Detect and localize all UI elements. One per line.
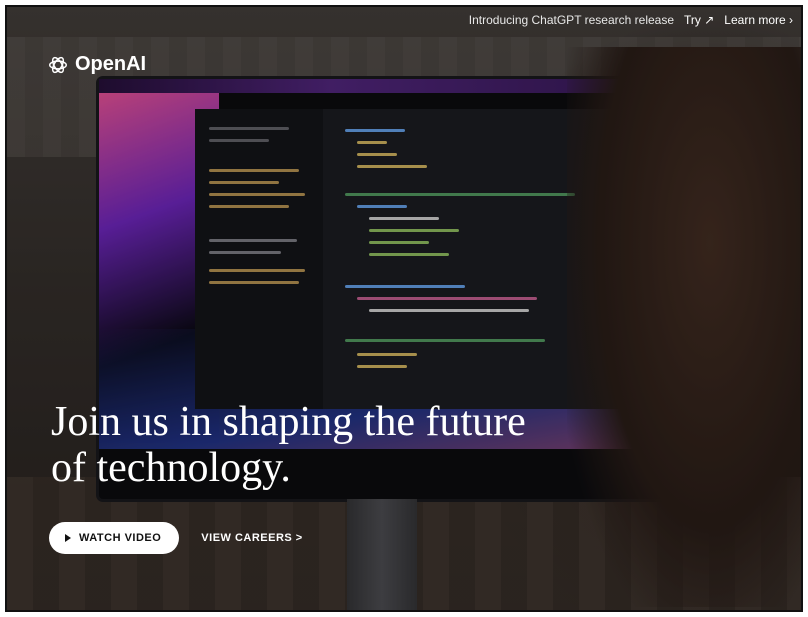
play-icon bbox=[65, 534, 71, 542]
headline-line-1: Join us in shaping the future bbox=[51, 399, 526, 445]
dark-overlay bbox=[7, 7, 801, 610]
logo-text: OpenAI bbox=[75, 53, 147, 75]
headline-line-2: of technology. bbox=[51, 445, 291, 491]
openai-logo[interactable]: OpenAI bbox=[47, 53, 146, 76]
watch-video-label: WATCH VIDEO bbox=[79, 532, 162, 544]
learn-more-link[interactable]: Learn more › bbox=[724, 13, 793, 27]
view-careers-link[interactable]: VIEW CAREERS > bbox=[201, 532, 302, 544]
hero-headline: Join us in shaping the future of technol… bbox=[51, 399, 691, 491]
watch-video-button[interactable]: WATCH VIDEO bbox=[49, 522, 180, 554]
page-frame: Introducing ChatGPT research release Try… bbox=[5, 5, 803, 612]
announcement-banner: Introducing ChatGPT research release Try… bbox=[469, 13, 793, 27]
openai-logo-icon bbox=[49, 56, 67, 73]
try-link[interactable]: Try ↗ bbox=[684, 13, 714, 27]
hero-actions: WATCH VIDEO VIEW CAREERS > bbox=[49, 522, 303, 554]
banner-intro-text: Introducing ChatGPT research release bbox=[468, 13, 675, 27]
